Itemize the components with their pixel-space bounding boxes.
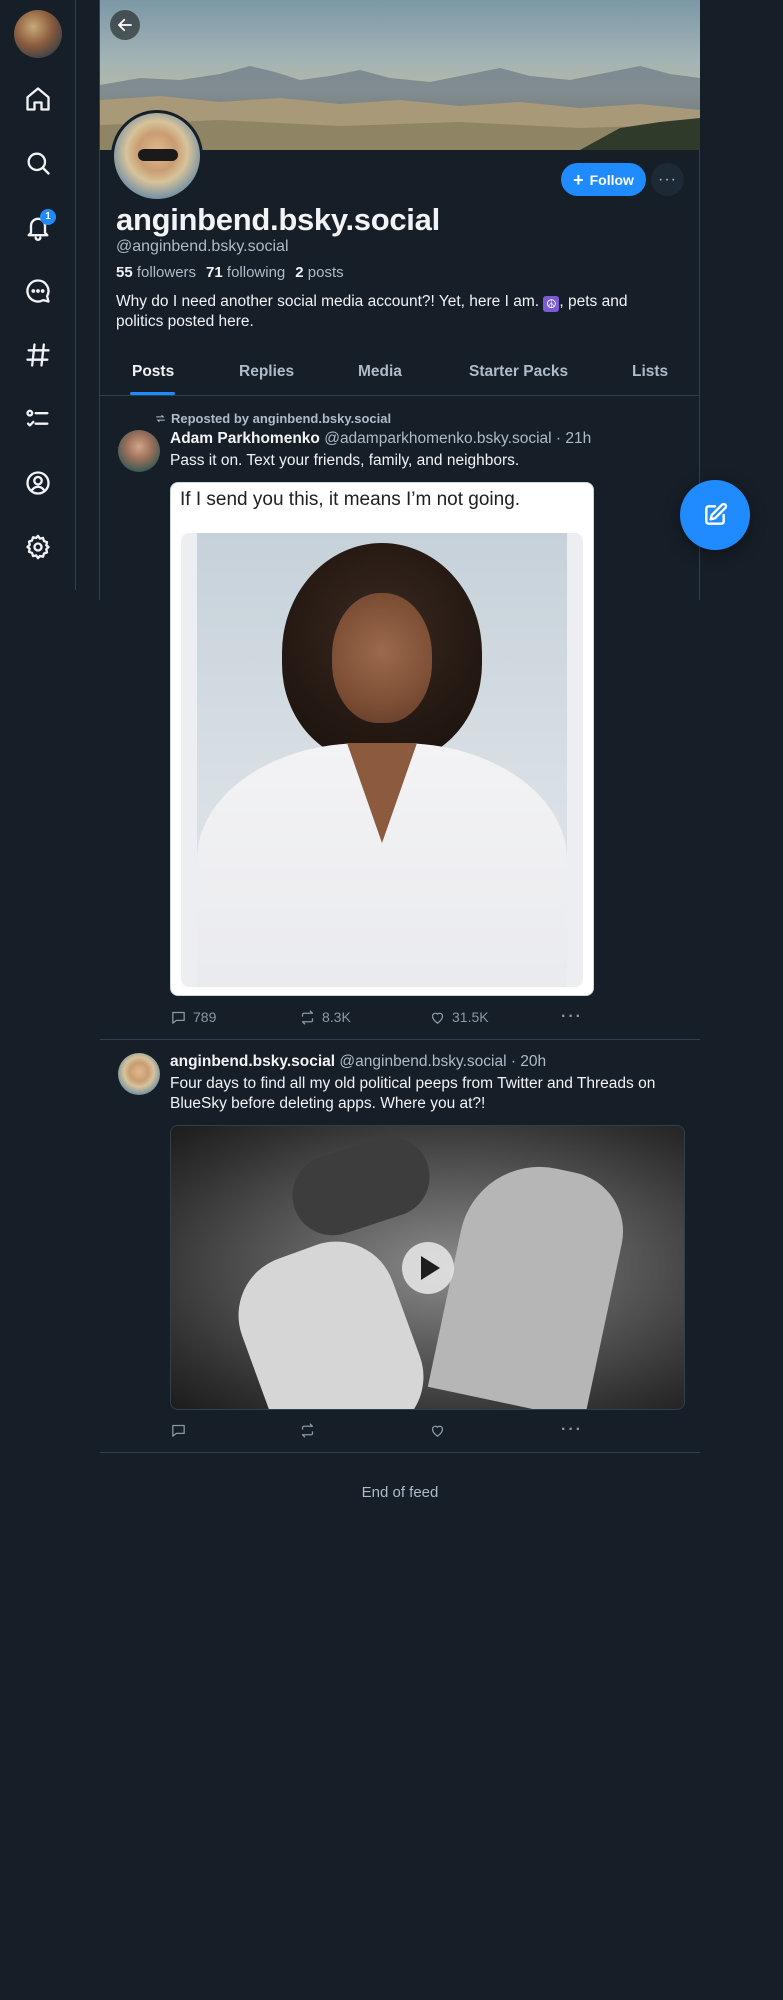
post-text: Four days to find all my old political p… [170, 1075, 656, 1112]
follow-button[interactable]: + Follow [561, 163, 646, 196]
profile-bio: Why do I need another social media accou… [116, 293, 628, 330]
post-header: anginbend.bsky.social @anginbend.bsky.so… [170, 1053, 546, 1071]
compose-icon [705, 502, 728, 525]
post-actions: ··· [170, 1420, 590, 1440]
home-icon[interactable] [18, 79, 58, 119]
arrow-left-icon [118, 18, 132, 32]
active-tab-indicator [130, 392, 175, 395]
profile-stats: 55 followers 71 following 2 posts [116, 264, 344, 281]
post-author-name[interactable]: anginbend.bsky.social [170, 1053, 335, 1070]
post-text: Pass it on. Text your friends, family, a… [170, 452, 520, 469]
post-more-button[interactable]: ··· [561, 1421, 583, 1439]
posts-count: 2 posts [295, 264, 344, 281]
tab-media[interactable]: Media [358, 363, 402, 381]
profile-display-name: anginbend.bsky.social [116, 202, 440, 237]
post-more-button[interactable]: ··· [561, 1008, 583, 1026]
back-button[interactable] [110, 10, 140, 40]
image-caption: If I send you this, it means I’m not goi… [180, 489, 521, 510]
post-author-avatar[interactable] [118, 1053, 160, 1095]
end-of-feed: End of feed [361, 1484, 439, 1501]
profile-tabs: Posts Replies Media Starter Packs Lists [100, 355, 700, 396]
post-image[interactable]: If I send you this, it means I’m not goi… [170, 482, 594, 996]
comment-icon [172, 1424, 185, 1437]
heart-icon [431, 1425, 444, 1437]
play-button[interactable] [402, 1242, 454, 1294]
profile-more-button[interactable]: ··· [651, 163, 684, 196]
peace-icon: ☮ [543, 296, 560, 312]
post-video[interactable] [170, 1125, 685, 1410]
repost-icon [301, 1422, 314, 1438]
gear-icon[interactable] [18, 527, 58, 567]
compose-button[interactable] [680, 480, 750, 550]
profile-handle: @anginbend.bsky.social [116, 238, 289, 255]
reply-button[interactable]: 789 [170, 1009, 216, 1026]
play-icon [421, 1256, 440, 1280]
post-author-avatar[interactable] [118, 430, 160, 472]
plus-icon: + [573, 169, 584, 190]
tab-replies[interactable]: Replies [239, 363, 294, 381]
reply-button[interactable] [170, 1422, 193, 1439]
post-actions: 789 8.3K 31.5K ··· [170, 1007, 590, 1027]
post-meta[interactable]: @anginbend.bsky.social · 20h [339, 1053, 546, 1070]
post-meta[interactable]: @adamparkhomenko.bsky.social · 21h [324, 430, 591, 447]
post-header: Adam Parkhomenko @adamparkhomenko.bsky.s… [170, 430, 591, 448]
left-nav: 1 [0, 0, 76, 590]
following-link[interactable]: 71 following [206, 264, 285, 281]
like-button[interactable] [429, 1422, 452, 1439]
notification-badge: 1 [40, 209, 56, 225]
hashtag-icon[interactable] [18, 335, 58, 375]
followers-link[interactable]: 55 followers [116, 264, 196, 281]
comment-icon [172, 1011, 185, 1024]
tab-lists[interactable]: Lists [632, 363, 668, 381]
user-avatar[interactable] [14, 10, 62, 58]
bell-icon[interactable]: 1 [18, 207, 58, 247]
profile-icon[interactable] [18, 463, 58, 503]
repost-icon [301, 1009, 314, 1025]
post-author-name[interactable]: Adam Parkhomenko [170, 430, 320, 447]
list-icon[interactable] [18, 399, 58, 439]
repost-button[interactable]: 8.3K [299, 1009, 351, 1026]
profile-avatar[interactable] [111, 110, 203, 202]
repost-button[interactable] [299, 1422, 322, 1439]
portrait-photo [197, 533, 567, 987]
tab-starter-packs[interactable]: Starter Packs [469, 363, 568, 381]
chat-icon[interactable] [18, 271, 58, 311]
like-button[interactable]: 31.5K [429, 1009, 489, 1026]
repost-indicator: Reposted by anginbend.bsky.social [154, 411, 391, 426]
search-icon[interactable] [18, 143, 58, 183]
tab-posts[interactable]: Posts [132, 363, 174, 381]
heart-icon [431, 1012, 444, 1024]
repost-icon [156, 414, 165, 423]
